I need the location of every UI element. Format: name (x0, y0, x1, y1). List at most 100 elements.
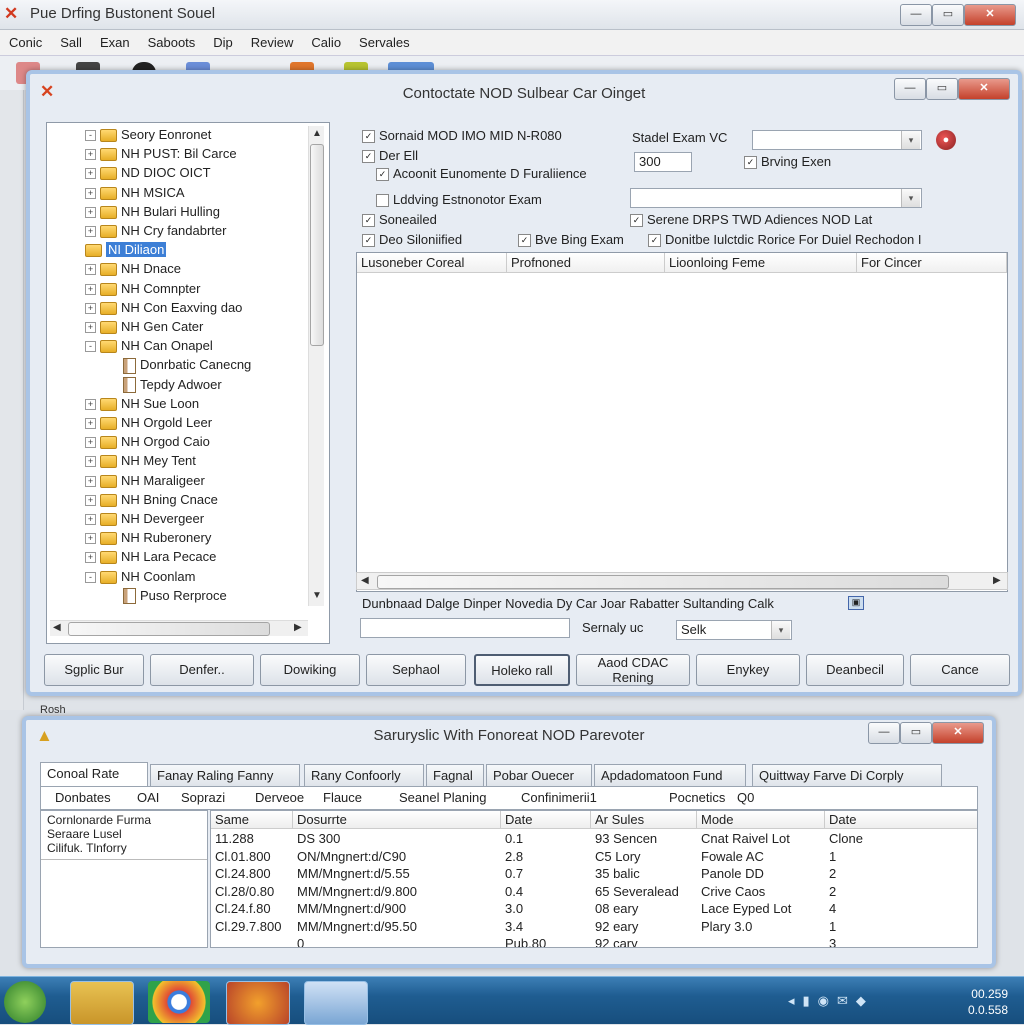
left-pane-item[interactable]: Cornlonarde Furma (47, 813, 151, 827)
grid-cell[interactable]: MM/Mngnert:d/5.55 (297, 866, 410, 881)
grid-cell[interactable]: Fowale AC (701, 849, 764, 864)
grid-cell[interactable]: Cl.28/0.80 (215, 884, 274, 899)
column-header[interactable]: For Cincer (857, 253, 1007, 273)
tree-item[interactable]: + NH Mey Tent (85, 453, 196, 472)
left-pane-item[interactable]: Seraare Lusel (47, 827, 122, 841)
dialog-button[interactable]: Sephaol (366, 654, 466, 686)
dialog-close-button[interactable]: ✕ (932, 722, 984, 744)
tree-item[interactable]: + NH Orgod Caio (85, 434, 210, 453)
tree-item[interactable]: + NH Bning Cnace (85, 492, 218, 511)
option-checkbox[interactable]: ✓ Der Ell (362, 148, 418, 164)
grid-header[interactable]: Date (501, 811, 591, 829)
tree-item[interactable]: + NH Orgold Leer (85, 415, 212, 434)
scrollbar-thumb[interactable] (377, 575, 949, 589)
checkbox-icon[interactable] (376, 194, 389, 208)
sub-tab[interactable]: Q0 (737, 790, 754, 805)
menu-item[interactable]: Servales (350, 30, 419, 55)
expand-icon[interactable]: + (85, 206, 96, 218)
dialog-button[interactable]: Dowiking (260, 654, 360, 686)
grid-cell[interactable]: 4 (829, 901, 836, 916)
sub-tab[interactable]: Seanel Planing (399, 790, 486, 805)
tree-item[interactable]: NI Diliaon (85, 242, 167, 261)
expand-icon[interactable]: + (85, 302, 96, 314)
grid-header[interactable]: Dosurrte (293, 811, 501, 829)
tab[interactable]: Rany Confoorly (304, 764, 424, 786)
tree-item[interactable]: Donrbatic Canecng (123, 357, 251, 376)
option-checkbox[interactable]: Lddving Estnonotor Exam (376, 192, 542, 208)
checkbox-icon[interactable]: ✓ (362, 234, 375, 248)
sub-tab[interactable]: Soprazi (181, 790, 225, 805)
scroll-right-icon[interactable]: ▶ (993, 575, 1001, 586)
grid-cell[interactable]: ON/Mngnert:d/C90 (297, 849, 406, 864)
expand-icon[interactable]: + (85, 437, 96, 449)
menu-item[interactable]: Sall (51, 30, 91, 55)
column-header[interactable]: Lioonloing Feme (665, 253, 857, 273)
option-checkbox[interactable]: ✓ Serene DRPS TWD Adiences NOD Lat (630, 212, 872, 228)
start-button-icon[interactable] (4, 981, 46, 1023)
footer-field[interactable] (360, 618, 570, 638)
expand-icon[interactable]: + (85, 322, 96, 334)
results-list[interactable]: Lusoneber Coreal Profnoned Lioonloing Fe… (356, 252, 1008, 592)
expand-icon[interactable]: + (85, 226, 96, 238)
sub-tab[interactable]: Flauce (323, 790, 362, 805)
expand-icon[interactable]: + (85, 456, 96, 468)
grid-cell[interactable]: 2.8 (505, 849, 523, 864)
tree-item[interactable]: + NH Con Eaxving dao (85, 300, 242, 319)
expand-icon[interactable]: + (85, 187, 96, 199)
grid-cell[interactable]: Pub.80 (505, 936, 546, 947)
expand-icon[interactable]: + (85, 533, 96, 545)
option-checkbox[interactable]: ✓ Soneailed (362, 212, 437, 228)
option-checkbox[interactable]: ✓ Donitbe Iulctdic Rorice For Duiel Recho… (648, 232, 922, 248)
expand-icon[interactable]: + (85, 418, 96, 430)
grid-cell[interactable]: Cl.24.f.80 (215, 901, 271, 916)
grid-cell[interactable]: Plary 3.0 (701, 919, 752, 934)
grid-cell[interactable]: Panole DD (701, 866, 764, 881)
grid-cell[interactable]: Cl.29.7.800 (215, 919, 282, 934)
scrollbar-thumb[interactable] (310, 144, 324, 346)
tab[interactable]: Quittway Farve Di Corply (752, 764, 942, 786)
tree-item[interactable]: - NH Coonlam (85, 569, 195, 588)
grid-header[interactable]: Mode (697, 811, 825, 829)
menu-item[interactable]: Saboots (139, 30, 205, 55)
dialog-maximize-button[interactable]: ▭ (900, 722, 932, 744)
expand-icon[interactable]: + (85, 398, 96, 410)
option-checkbox[interactable]: ✓ Acoonit Eunomente D Furaliience (376, 166, 587, 182)
tree-item[interactable]: + NH Comnpter (85, 281, 200, 300)
text-field[interactable]: ▾ (630, 188, 922, 208)
minimize-button[interactable]: — (900, 4, 932, 26)
expand-icon[interactable]: + (85, 168, 96, 180)
menu-item[interactable]: Dip (204, 30, 242, 55)
grid-cell[interactable]: Cl.24.800 (215, 866, 271, 881)
default-button[interactable]: Holeko rall (474, 654, 570, 686)
collapse-icon[interactable]: - (85, 130, 96, 142)
sub-tab[interactable]: Donbates (55, 790, 111, 805)
tab[interactable]: Fagnal (426, 764, 484, 786)
left-pane-item[interactable]: Cilifuk. Tlnforry (47, 841, 127, 855)
chevron-down-icon[interactable]: ▾ (901, 131, 920, 149)
tree-item[interactable]: + NH Ruberonery (85, 530, 211, 549)
grid-cell[interactable]: Cl.01.800 (215, 849, 271, 864)
scroll-right-icon[interactable]: ▶ (294, 622, 302, 633)
collapse-icon[interactable]: - (85, 571, 96, 583)
tree-horizontal-scrollbar[interactable]: ◀ ▶ (50, 620, 308, 636)
dialog-button[interactable]: Denfer.. (150, 654, 254, 686)
option-checkbox[interactable]: ✓ Sornaid MOD IMO MID N-R080 (362, 128, 562, 144)
tree-vertical-scrollbar[interactable]: ▲ ▼ (308, 126, 324, 606)
checkbox-icon[interactable]: ✓ (362, 150, 375, 164)
dialog-minimize-button[interactable]: — (894, 78, 926, 100)
tray-icons[interactable]: ◂▮◉✉◆ (788, 993, 874, 1009)
tree-item[interactable]: + NH Lara Pecace (85, 549, 216, 568)
dialog-button[interactable]: Enykey (696, 654, 800, 686)
dialog-button[interactable]: Aaod CDAC Rening (576, 654, 690, 686)
sort-select[interactable]: Selk ▾ (676, 620, 792, 640)
dialog-close-button[interactable]: ✕ (958, 78, 1010, 100)
expand-icon[interactable]: + (85, 494, 96, 506)
checkbox-icon[interactable]: ✓ (362, 214, 375, 228)
scroll-left-icon[interactable]: ◀ (53, 622, 61, 633)
grid-cell[interactable]: 3 (829, 936, 836, 947)
sub-tab[interactable]: Pocnetics (669, 790, 725, 805)
column-header[interactable]: Lusoneber Coreal (357, 253, 507, 273)
collapse-icon[interactable]: - (85, 341, 96, 353)
tree-item[interactable]: + NH Maraligeer (85, 473, 205, 492)
tab[interactable]: Conoal Rate (40, 762, 148, 787)
